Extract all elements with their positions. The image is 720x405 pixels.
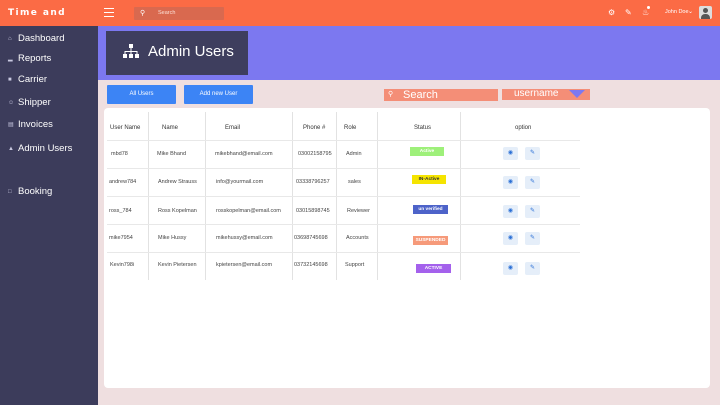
search-icon: ⚲ [388,91,394,98]
truck-icon: ■ [8,76,12,83]
chevron-down-icon[interactable]: ⌄ [688,8,693,15]
sidebar-item-invoices[interactable]: ▤ Invoices [8,119,53,130]
cell-role: sales [348,179,361,185]
notification-bell-icon[interactable]: ♨ [642,5,652,18]
column-header-email[interactable]: Email [225,125,240,131]
status-badge: SUSPENDED [413,236,448,245]
cell-phone: 03002158795 [298,151,332,157]
user-search-placeholder: Search [403,89,438,101]
all-users-button[interactable]: All Users [107,85,176,104]
page-title: Admin Users [148,43,234,60]
sidebar-item-admin-users[interactable]: ▲ Admin Users [8,143,72,154]
cell-name: Andrew Strauss [158,179,197,185]
sidebar-item-booking[interactable]: □ Booking [8,186,52,197]
cell-name: Ross Kopelman [158,208,197,214]
edit-pencil-icon[interactable]: ✎ [525,176,540,189]
status-badge: Active [410,147,444,156]
search-field-value: username [514,88,559,99]
sidebar-item-label: Dashboard [18,33,65,44]
status-badge: ACTIVE [416,264,451,273]
user-search-input[interactable]: ⚲ Search [384,89,498,101]
message-icon[interactable]: ✎ [625,8,632,18]
column-header-role[interactable]: Role [344,125,356,131]
column-header-name[interactable]: Name [162,125,178,131]
cell-email: mikehussy@email.com [216,235,273,241]
sidebar-item-carrier[interactable]: ■ Carrier [8,74,47,85]
user-name[interactable]: John Doe [665,9,689,15]
cell-username: mbd78 [111,151,128,157]
app-brand[interactable]: Time and tune [0,0,98,44]
cell-name: Mike Hussy [158,235,187,241]
search-icon: ⚲ [140,10,146,17]
cell-username: mike7954 [109,235,133,241]
invoice-icon: ▤ [8,122,14,128]
cell-name: Kevin Pietersen [158,262,197,268]
sidebar-item-dashboard[interactable]: ⌂ Dashboard [8,33,64,44]
cell-email: rosskopelman@email.com [216,208,281,214]
cell-phone: 03015898745 [296,208,330,214]
hierarchy-icon: ▲ [8,145,14,152]
cell-role: Support [345,262,365,268]
sidebar-item-label: Admin Users [18,143,73,154]
edit-pencil-icon[interactable]: ✎ [525,205,540,218]
edit-pencil-icon[interactable]: ✎ [525,262,540,275]
column-header-option: option [515,125,532,131]
status-badge: IN-Active [412,175,446,184]
row-divider [107,196,580,197]
sidebar-item-label: Reports [18,53,52,64]
cell-phone: 03338796257 [296,179,330,185]
row-divider [107,140,580,141]
menu-toggle-icon[interactable] [104,8,114,17]
view-eye-icon[interactable]: ◉ [503,205,518,218]
bar-chart-icon: ▂ [8,56,13,62]
view-eye-icon[interactable]: ◉ [503,232,518,245]
status-badge: un verified [413,205,448,214]
calendar-icon: □ [8,188,12,195]
chevron-down-icon [569,90,585,98]
page-title-box: Admin Users [106,31,248,75]
cell-username: Kevin798i [110,262,135,268]
cell-role: Accounts [346,235,369,241]
settings-icon[interactable]: ⚙ [608,8,615,18]
cell-phone: 03732145698 [294,262,328,268]
view-eye-icon[interactable]: ◉ [503,176,518,189]
cell-role: Reviewer [347,208,370,214]
search-field-select[interactable]: username [502,88,590,100]
cell-username: ross_784 [109,208,132,214]
row-divider [107,168,580,169]
sidebar-item-reports[interactable]: ▂ Reports [8,53,51,64]
cell-email: info@yourmail.com [216,179,264,185]
edit-pencil-icon[interactable]: ✎ [525,232,540,245]
view-eye-icon[interactable]: ◉ [503,147,518,160]
top-search-placeholder: Search [158,10,176,16]
home-icon: ⌂ [8,35,12,42]
add-new-user-button[interactable]: Add new User [184,85,253,104]
cell-email: mikebhand@email.com [215,151,273,157]
row-divider [107,252,580,253]
users-table-card [104,108,710,388]
cell-phone: 03698745698 [294,235,328,241]
cell-role: Admin [346,151,362,157]
column-header-status[interactable]: Status [414,125,431,131]
sidebar-item-label: Booking [18,186,53,197]
avatar[interactable] [699,6,712,19]
column-header-phone[interactable]: Phone # [303,125,325,131]
cell-name: Mike Bhand [157,151,187,157]
sidebar-item-label: Shipper [18,97,51,108]
sidebar-item-shipper[interactable]: ☺ Shipper [8,97,51,108]
view-eye-icon[interactable]: ◉ [503,262,518,275]
sidebar-item-label: Carrier [18,74,48,85]
column-header-username[interactable]: User Name [110,125,140,131]
top-search-input[interactable]: ⚲ Search [134,7,224,20]
person-icon: ☺ [8,99,15,106]
cell-username: andrew784 [109,179,137,185]
hierarchy-icon [123,44,139,58]
edit-pencil-icon[interactable]: ✎ [525,147,540,160]
cell-email: kpietersen@email.com [216,262,273,268]
row-divider [107,224,580,225]
sidebar-item-label: Invoices [18,119,53,130]
